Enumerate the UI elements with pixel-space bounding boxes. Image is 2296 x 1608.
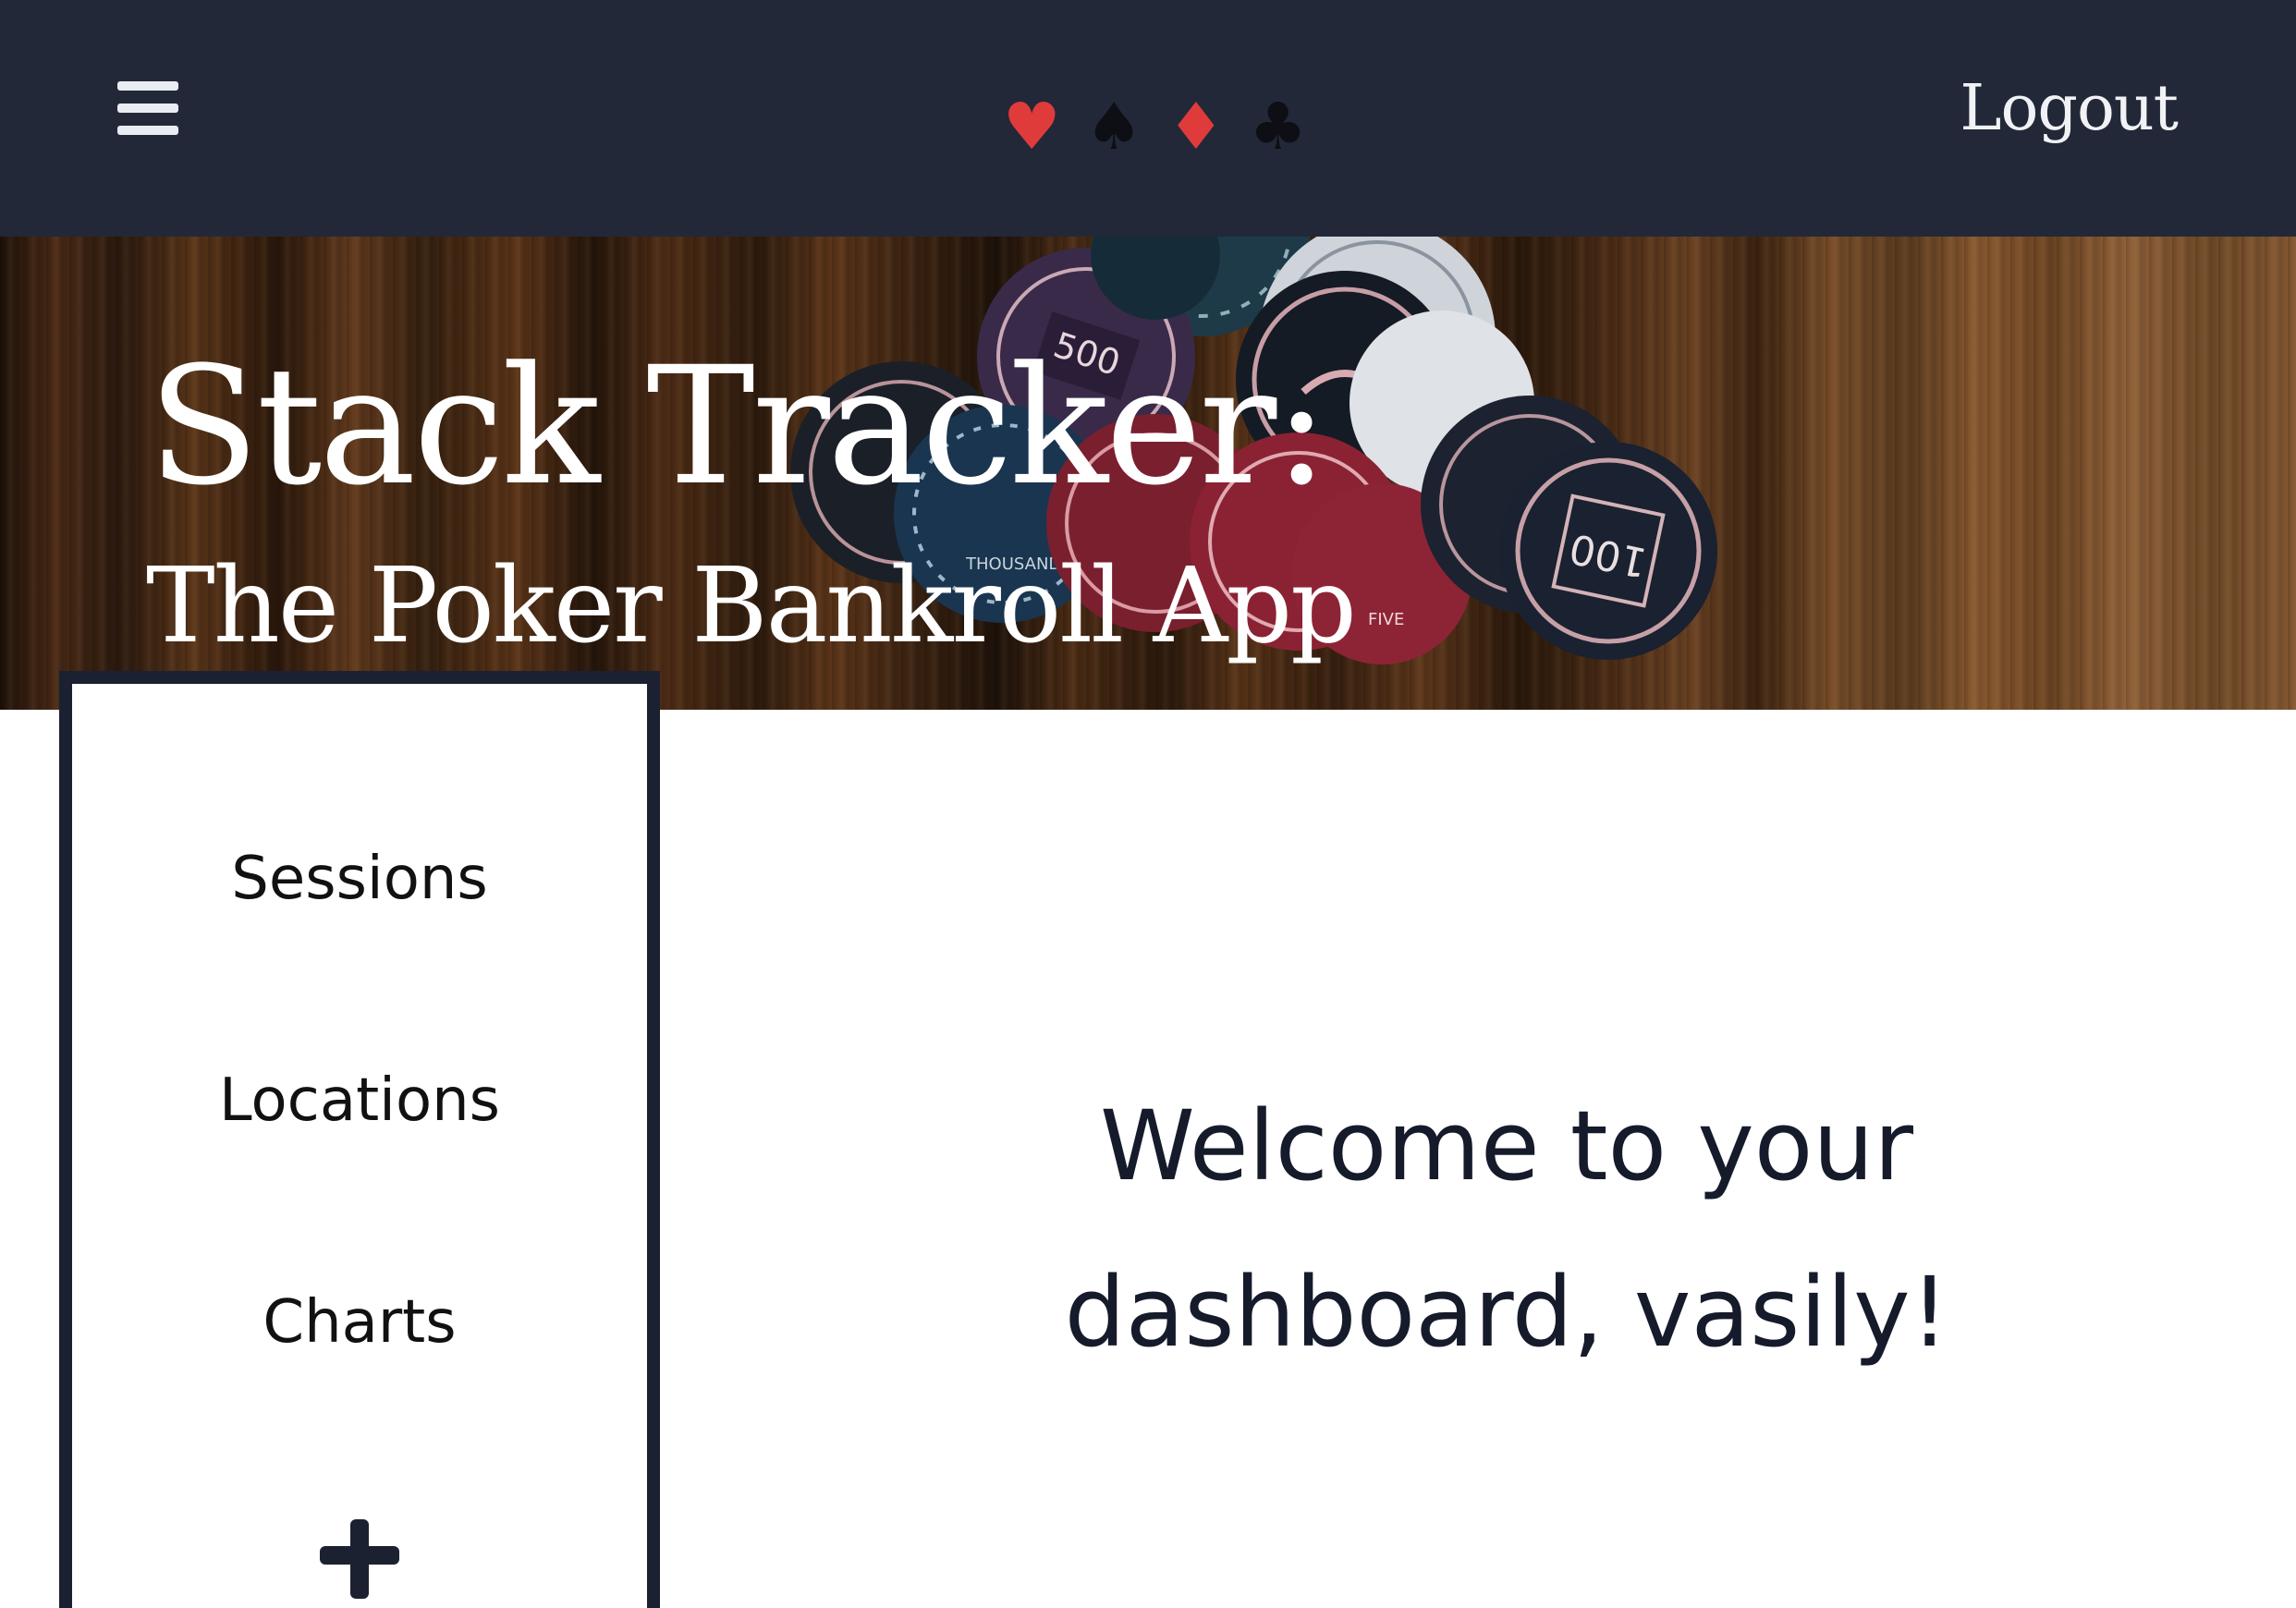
sidebar-item-charts[interactable]: Charts bbox=[72, 1288, 647, 1357]
hamburger-menu-icon[interactable] bbox=[117, 81, 178, 135]
sidebar-item-locations[interactable]: Locations bbox=[72, 1066, 647, 1135]
card-suits-logo: ♥ ♠ ♦ ♣ bbox=[1003, 85, 1307, 168]
welcome-line-1: Welcome to your bbox=[1099, 1090, 1914, 1202]
sidebar-nav: Sessions Locations Charts bbox=[59, 671, 660, 1608]
svg-text:FIVE: FIVE bbox=[1368, 610, 1404, 629]
menu-line bbox=[117, 81, 178, 91]
sidebar-item-sessions[interactable]: Sessions bbox=[72, 845, 647, 913]
welcome-message: Welcome to your dashboard, vasily! bbox=[869, 1063, 2144, 1395]
hero-banner: 500 THOUSAND FIVE 100 Stack Tracker: The… bbox=[0, 237, 2296, 710]
welcome-line-2: dashboard, vasily! bbox=[1064, 1256, 1949, 1369]
top-navbar: ♥ ♠ ♦ ♣ Logout bbox=[0, 0, 2296, 237]
heart-suit-icon: ♥ bbox=[1003, 89, 1061, 164]
menu-line bbox=[117, 126, 178, 135]
menu-line bbox=[117, 104, 178, 113]
spade-suit-icon: ♠ bbox=[1084, 89, 1143, 164]
poker-chip: 100 bbox=[1499, 442, 1717, 660]
app-subtitle: The Poker Bankroll App bbox=[146, 546, 1357, 666]
add-plus-icon[interactable] bbox=[320, 1519, 399, 1599]
club-suit-icon: ♣ bbox=[1249, 89, 1308, 164]
logout-link[interactable]: Logout bbox=[1960, 72, 2179, 145]
app-title: Stack Tracker: bbox=[148, 332, 1329, 521]
diamond-suit-icon: ♦ bbox=[1166, 89, 1226, 164]
plus-bar-vertical bbox=[350, 1519, 369, 1599]
